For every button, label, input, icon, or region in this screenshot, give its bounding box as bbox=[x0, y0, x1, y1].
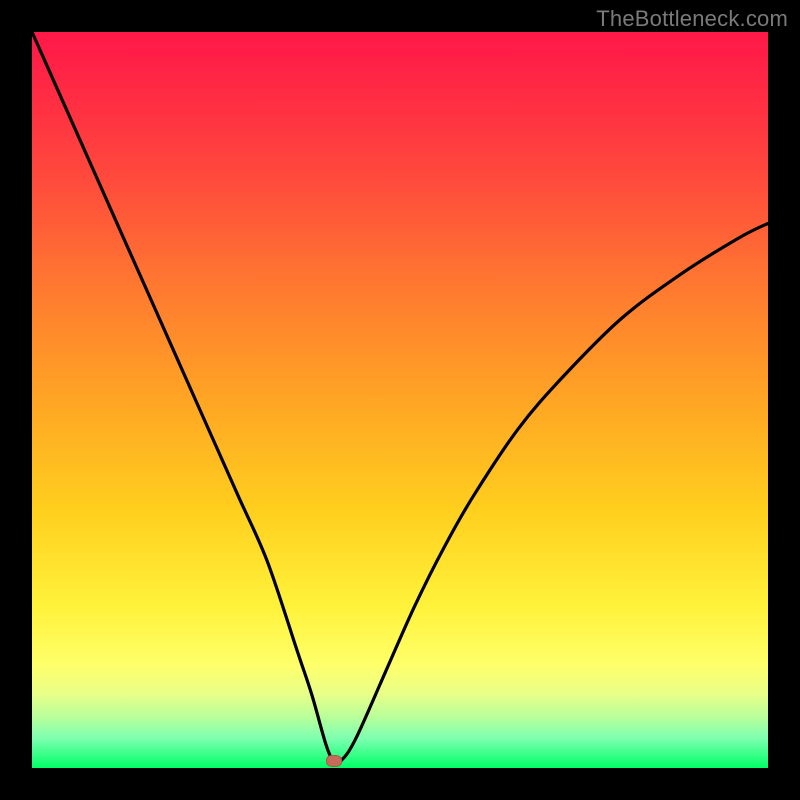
plot-area bbox=[32, 32, 768, 768]
chart-frame: TheBottleneck.com bbox=[0, 0, 800, 800]
minimum-marker bbox=[326, 755, 342, 767]
bottleneck-curve bbox=[32, 32, 768, 768]
watermark-text: TheBottleneck.com bbox=[596, 6, 788, 32]
